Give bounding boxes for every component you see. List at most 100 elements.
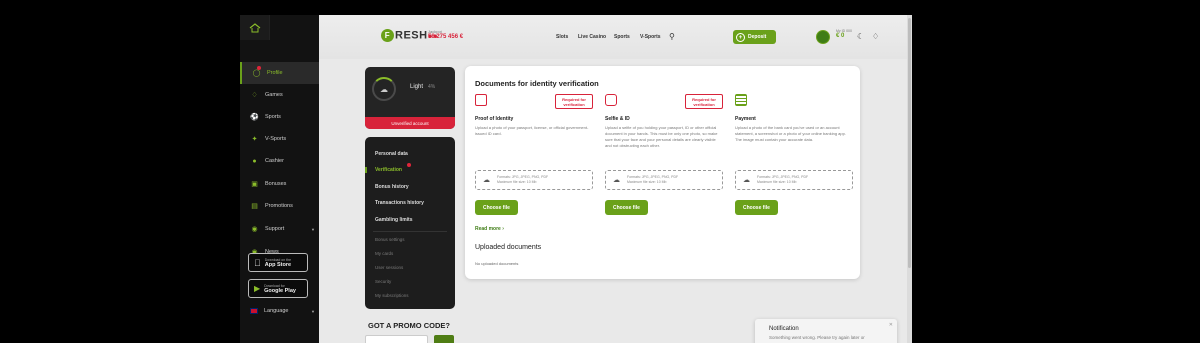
doc-name: Payment	[735, 116, 756, 122]
promo-title: GOT A PROMO CODE?	[368, 321, 450, 330]
language-label: Language	[264, 308, 289, 314]
balance-display[interactable]: My ID 000 € 0	[836, 29, 852, 39]
file-formats: Formats: JPG, JPEG, PNG, PDF	[627, 175, 679, 179]
no-uploaded-text: No uploaded documents	[475, 261, 519, 266]
chevron-right-icon: ›	[502, 226, 504, 232]
notification-title: Notification	[769, 326, 799, 332]
sidebar-item-label: Bonuses	[265, 181, 287, 187]
sidebar-item-support[interactable]: ◉ Support ▼	[240, 218, 319, 240]
file-drop-zone[interactable]: ☁ Formats: JPG, JPEG, PNG, PDF Maximum fi…	[475, 170, 593, 190]
deposit-button[interactable]: + Deposit	[733, 30, 776, 44]
promo-code-input[interactable]	[365, 335, 428, 343]
sidebar-item-label: Support	[265, 226, 285, 232]
menu-gambling-limits[interactable]: Gambling limits	[365, 217, 455, 223]
menu-divider	[373, 231, 447, 232]
google-play-button[interactable]: ▶ Download for Google Play	[248, 279, 308, 298]
doc-name: Selfie & ID	[605, 116, 630, 122]
promo-apply-button[interactable]	[434, 335, 454, 343]
plus-icon: +	[736, 32, 745, 42]
payment-card-icon	[735, 94, 747, 106]
documents-panel: Documents for identity verification Requ…	[465, 66, 860, 279]
app-window: ◯ Profile ♢ Games ⚽ Sports ✦ V-Sports ● …	[240, 15, 912, 343]
notification-dot	[407, 163, 411, 167]
menu-verification[interactable]: Verification	[365, 167, 455, 173]
sidebar-item-sports[interactable]: ⚽ Sports	[240, 106, 319, 128]
choose-file-button[interactable]: Choose file	[605, 200, 648, 215]
file-drop-zone[interactable]: ☁ Formats: JPG, JPEG, PNG, PDF Maximum fi…	[735, 170, 853, 190]
balance-value: € 0	[836, 33, 845, 39]
cloud-icon: ☁	[380, 84, 388, 94]
bell-icon[interactable]: ♢	[872, 32, 879, 41]
doc-description: Upload a photo of the bank card you've u…	[735, 125, 846, 142]
moon-icon[interactable]: ☾	[857, 32, 864, 41]
support-icon: ◉	[251, 226, 258, 233]
nav-sports[interactable]: Sports	[614, 34, 630, 40]
menu-security[interactable]: Security	[375, 279, 391, 284]
avatar[interactable]	[816, 30, 830, 44]
google-play-label: Google Play	[264, 287, 296, 294]
doc-name: Proof of Identity	[475, 116, 514, 122]
file-drop-zone[interactable]: ☁ Formats: JPG, JPEG, PNG, PDF Maximum fi…	[605, 170, 723, 190]
cashier-icon: ●	[252, 157, 257, 165]
app-store-label: App Store	[258, 261, 291, 268]
file-max-size: Maximum file size: 10 Mb	[497, 180, 537, 184]
doc-column-payment: Payment Upload a photo of the bank card …	[735, 94, 853, 224]
file-max-size: Maximum file size: 10 Mb	[627, 180, 667, 184]
menu-bonus-history[interactable]: Bonus history	[365, 184, 455, 190]
level-name: Light	[410, 84, 424, 90]
unverified-badge: Unverified account	[365, 117, 455, 129]
sidebar-item-label: V-Sports	[265, 136, 287, 142]
sidebar-item-bonuses[interactable]: ▣ Bonuses	[240, 173, 319, 195]
sidebar-item-v-sports[interactable]: ✦ V-Sports	[240, 128, 319, 150]
uk-flag-icon	[250, 308, 258, 314]
upload-icon: ☁	[613, 177, 620, 184]
read-more-link[interactable]: Read more ›	[475, 226, 504, 232]
documents-title: Documents for identity verification	[475, 79, 599, 88]
home-button[interactable]	[240, 15, 270, 40]
apple-icon: 	[254, 258, 261, 268]
deposit-label: Deposit	[748, 34, 767, 40]
sidebar-item-label: Profile	[267, 70, 283, 76]
menu-my-subscriptions[interactable]: My subscriptions	[375, 293, 409, 298]
app-store-button[interactable]:  Download on the App Store	[248, 253, 308, 272]
promo-icon: ▤	[251, 203, 258, 210]
app-store-caption: Download on the	[258, 257, 291, 262]
menu-user-sessions[interactable]: User sessions	[375, 265, 403, 270]
menu-bonus-settings[interactable]: Bonus settings	[375, 237, 405, 242]
choose-file-button[interactable]: Choose file	[735, 200, 778, 215]
nav-v-sports[interactable]: V-Sports	[640, 34, 661, 40]
doc-description: Upload a selfie of you holding your pass…	[605, 125, 718, 148]
close-icon[interactable]: ✕	[889, 322, 893, 328]
ball-icon: ⚽	[250, 114, 259, 121]
menu-my-cards[interactable]: My cards	[375, 251, 393, 256]
nav-slots[interactable]: Slots	[556, 34, 568, 40]
upload-icon: ☁	[483, 177, 490, 184]
sidebar-item-label: Games	[265, 92, 283, 98]
file-formats: Formats: JPG, JPEG, PNG, PDF	[757, 175, 809, 179]
doc-column-selfie: Required for verification Selfie & ID Up…	[605, 94, 723, 224]
gift-icon: ▣	[251, 181, 258, 188]
chevron-down-icon: ▼	[311, 226, 315, 232]
chevron-down-icon: ▼	[311, 308, 315, 314]
top-header: F RESH●● Jackpot 58 275 456 € Slots Live …	[319, 15, 912, 59]
profile-menu: Personal data Verification Bonus history…	[365, 137, 455, 309]
file-max-size: Maximum file size: 10 Mb	[757, 180, 797, 184]
menu-personal-data[interactable]: Personal data	[365, 151, 455, 157]
sidebar-item-profile[interactable]: ◯ Profile	[240, 62, 319, 84]
required-badge: Required for verification	[685, 94, 723, 109]
sidebar-item-promotions[interactable]: ▤ Promotions	[240, 195, 319, 217]
v-sports-icon: ✦	[251, 136, 258, 143]
nav-live-casino[interactable]: Live Casino	[578, 34, 606, 40]
notification-message: Something went wrong. Please try again l…	[769, 335, 865, 340]
sidebar-item-games[interactable]: ♢ Games	[240, 84, 319, 106]
notification-dot	[257, 66, 261, 70]
scrollbar-thumb[interactable]	[908, 18, 911, 268]
sidebar-item-label: Sports	[265, 114, 281, 120]
scrollbar[interactable]	[907, 15, 912, 343]
search-icon[interactable]: ⚲	[669, 32, 675, 41]
language-selector[interactable]: Language ▼	[240, 300, 319, 322]
required-badge: Required for verification	[555, 94, 593, 109]
sidebar-item-cashier[interactable]: ● Cashier	[240, 150, 319, 172]
menu-transactions-history[interactable]: Transactions history	[365, 200, 455, 206]
choose-file-button[interactable]: Choose file	[475, 200, 518, 215]
